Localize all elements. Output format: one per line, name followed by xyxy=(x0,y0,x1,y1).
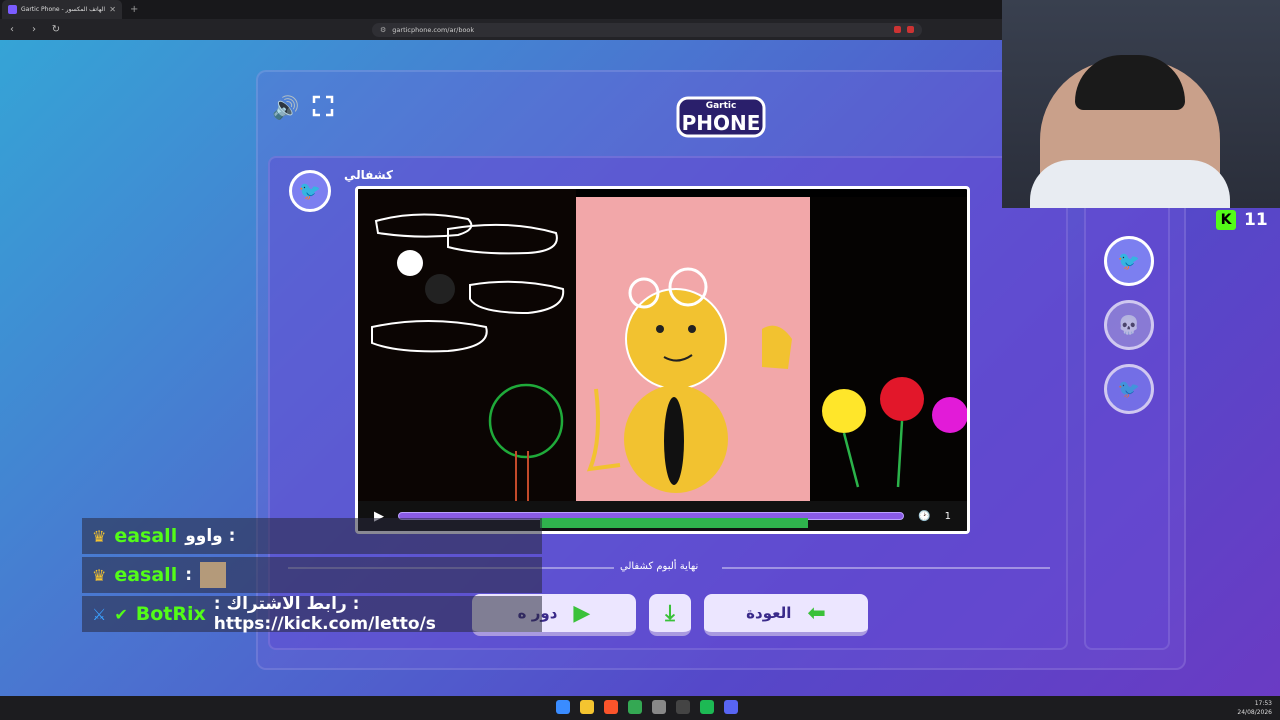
chat-text: : رابط الاشتراك : https://kick.com/letto… xyxy=(213,594,436,634)
brave-shield-icon[interactable] xyxy=(894,26,901,33)
chat-message: ♛ easall : xyxy=(82,557,542,593)
settings-icon[interactable] xyxy=(652,700,666,714)
player-avatar-3: 🐦 xyxy=(1104,364,1154,414)
chrome-icon[interactable] xyxy=(628,700,642,714)
logo-top-text: Gartic xyxy=(706,101,737,111)
album-end-label: نهاية ألبوم كشفالي xyxy=(620,561,699,572)
clock-date: 24/08/2026 xyxy=(1237,709,1272,716)
mod-badge-icon: ⚔ xyxy=(92,604,107,624)
file-explorer-icon[interactable] xyxy=(580,700,594,714)
nav-bar: ‹ › ↻ ⚙ garticphone.com/ar/book xyxy=(0,19,1002,40)
timer-counter: 1 xyxy=(944,510,951,522)
browser-tab[interactable]: Gartic Phone - الهاتف المكسور ✕ xyxy=(2,0,122,19)
clock-time: 17:53 xyxy=(1254,700,1272,707)
chat-user: easall xyxy=(114,525,178,547)
site-info-icon[interactable]: ⚙ xyxy=(380,26,386,34)
play-arrow-icon: ▶ xyxy=(573,600,591,626)
streamer-shirt xyxy=(1030,160,1230,208)
back-label: العودة xyxy=(746,604,792,622)
obs-icon[interactable] xyxy=(676,700,690,714)
back-icon[interactable]: ‹ xyxy=(6,24,18,35)
discord-icon[interactable] xyxy=(724,700,738,714)
chat-message: ♛ easall واوو : xyxy=(82,518,542,554)
player-avatar-1: 🐦 xyxy=(1104,236,1154,286)
url-text: garticphone.com/ar/book xyxy=(392,25,475,34)
brave-icon[interactable] xyxy=(604,700,618,714)
chat-text: واوو : xyxy=(185,526,236,546)
emote-image xyxy=(200,562,227,588)
drawing-image xyxy=(358,189,967,501)
gartic-phone-logo: Gartic PHONE xyxy=(676,96,766,138)
reload-icon[interactable]: ↻ xyxy=(50,24,62,35)
fullscreen-icon[interactable] xyxy=(312,95,334,117)
extensions xyxy=(894,26,914,33)
chat-message: ⚔ ✔ BotRix : رابط الاشتراك : https://kic… xyxy=(82,594,542,634)
gartic-favicon-icon xyxy=(8,5,17,14)
author-name: كشفالي xyxy=(344,168,393,182)
taskbar-apps xyxy=(556,700,738,714)
vote-progress xyxy=(540,518,808,528)
alert-icon[interactable] xyxy=(907,26,914,33)
close-icon[interactable]: ✕ xyxy=(109,5,116,14)
address-bar[interactable]: ⚙ garticphone.com/ar/book xyxy=(372,22,922,37)
download-button[interactable]: ⤓ xyxy=(649,594,691,636)
chat-user: easall xyxy=(114,564,178,586)
download-icon: ⤓ xyxy=(665,600,675,626)
logo-bottom-text: PHONE xyxy=(682,111,761,135)
author-avatar: 🐦 xyxy=(289,170,331,212)
tab-title: Gartic Phone - الهاتف المكسور xyxy=(21,6,106,13)
divider-right xyxy=(722,567,1050,569)
chat-text: : xyxy=(185,565,193,585)
crown-badge-icon: ♛ xyxy=(92,565,107,585)
drawing-canvas: ▶ 🕑 1 xyxy=(355,186,970,534)
windows-start-icon[interactable] xyxy=(556,700,570,714)
back-arrow-icon: ⬅ xyxy=(807,600,826,626)
kick-viewer-count: K 11 xyxy=(1216,210,1268,230)
tab-bar: Gartic Phone - الهاتف المكسور ✕ + xyxy=(0,0,1002,19)
back-button[interactable]: العودة ⬅ xyxy=(704,594,868,636)
kick-logo-icon: K xyxy=(1216,210,1236,230)
clock-icon: 🕑 xyxy=(918,510,931,522)
viewer-count: 11 xyxy=(1244,210,1268,230)
verified-badge-icon: ✔ xyxy=(114,604,128,624)
forward-icon[interactable]: › xyxy=(28,24,40,35)
new-tab-icon[interactable]: + xyxy=(130,4,138,15)
system-tray[interactable]: 17:53 24/08/2026 xyxy=(1237,699,1272,717)
crown-badge-icon: ♛ xyxy=(92,526,107,546)
volume-icon[interactable]: 🔊 xyxy=(272,96,299,121)
spotify-icon[interactable] xyxy=(700,700,714,714)
player-avatar-2: 💀 xyxy=(1104,300,1154,350)
chat-user: BotRix xyxy=(135,603,206,625)
